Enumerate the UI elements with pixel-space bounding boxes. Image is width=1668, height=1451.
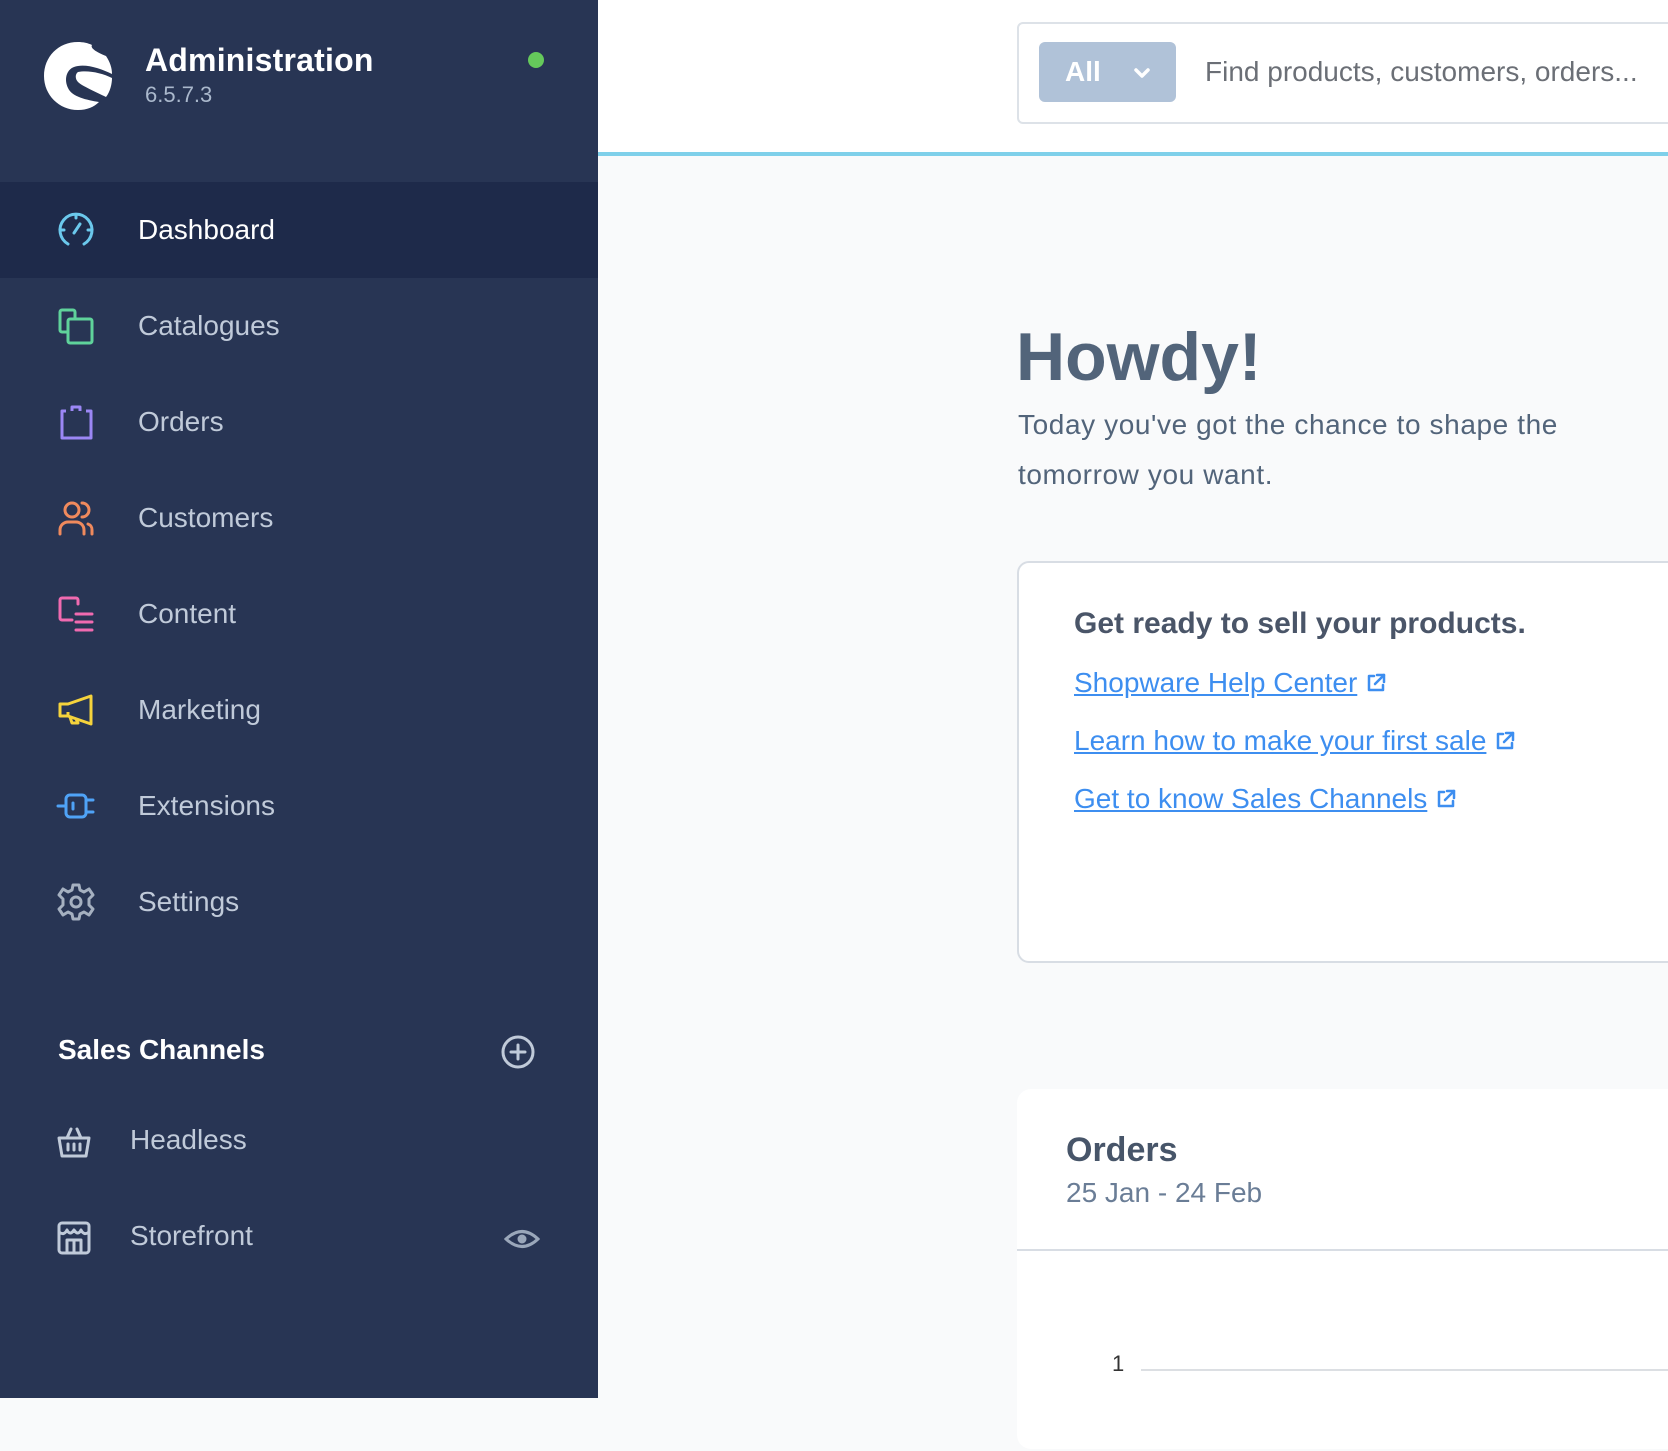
shopping-bag-icon: [56, 402, 96, 442]
orders-date-range: 25 Jan - 24 Feb: [1066, 1177, 1263, 1208]
nav-label: Content: [138, 598, 237, 629]
external-link-icon: [1497, 731, 1515, 750]
global-search: All: [1017, 22, 1668, 124]
app-version: 6.5.7.3: [145, 82, 213, 107]
link-label: Get to know Sales Channels: [1074, 783, 1428, 814]
external-link-icon: [1438, 789, 1456, 808]
nav-item-marketing[interactable]: Marketing: [0, 662, 598, 758]
add-sales-channel-icon[interactable]: [500, 1034, 536, 1070]
sales-channel-storefront[interactable]: Storefront: [0, 1198, 598, 1278]
nav-label: Extensions: [138, 790, 275, 821]
sales-channels-link[interactable]: Get to know Sales Channels: [1074, 783, 1457, 815]
nav-label: Customers: [138, 502, 274, 533]
gear-icon: [56, 882, 96, 922]
nav-label: Orders: [138, 406, 224, 437]
orders-title: Orders: [1066, 1131, 1178, 1169]
plug-icon: [56, 786, 96, 826]
sidebar: Administration 6.5.7.3 Dashboard Catalog…: [0, 0, 598, 1398]
external-link-icon: [1368, 673, 1386, 692]
megaphone-icon: [56, 690, 96, 730]
nav-item-extensions[interactable]: Extensions: [0, 758, 598, 854]
top-bar: All: [598, 0, 1668, 156]
getting-started-title: Get ready to sell your products.: [1074, 607, 1526, 640]
sales-channel-label: Headless: [130, 1124, 247, 1155]
catalogue-icon: [56, 306, 96, 346]
users-icon: [56, 498, 96, 538]
nav-item-content[interactable]: Content: [0, 566, 598, 662]
sales-channels-title: Sales Channels: [58, 1034, 265, 1065]
storefront-icon: [57, 1221, 91, 1255]
search-input[interactable]: [1205, 44, 1668, 100]
nav-label: Dashboard: [138, 214, 275, 245]
sales-channels-header: Sales Channels: [58, 1030, 538, 1074]
gauge-icon: [56, 210, 96, 250]
nav-item-orders[interactable]: Orders: [0, 374, 598, 470]
status-indicator: [528, 52, 544, 68]
app-title: Administration: [145, 42, 374, 78]
nav-item-dashboard[interactable]: Dashboard: [0, 182, 598, 278]
nav-label: Catalogues: [138, 310, 280, 341]
first-sale-link[interactable]: Learn how to make your first sale: [1074, 725, 1516, 757]
orders-card: Orders 25 Jan - 24 Feb 1: [1017, 1089, 1668, 1449]
basket-icon: [57, 1127, 91, 1158]
content-icon: [56, 594, 96, 634]
nav-item-customers[interactable]: Customers: [0, 470, 598, 566]
chart-gridline: [1141, 1369, 1668, 1371]
brand-header: Administration 6.5.7.3: [0, 0, 598, 182]
greeting-subtitle: Today you've got the chance to shape the…: [1018, 409, 1558, 490]
link-label: Learn how to make your first sale: [1074, 725, 1487, 756]
getting-started-card: Get ready to sell your products. Shopwar…: [1017, 561, 1668, 963]
greeting-title: Howdy!: [1016, 319, 1262, 395]
orders-chart: 1: [1017, 1251, 1668, 1451]
nav-item-settings[interactable]: Settings: [0, 854, 598, 950]
search-type-label: All: [1065, 56, 1101, 87]
main-nav: Dashboard Catalogues Orders Customers Co…: [0, 182, 598, 950]
nav-label: Marketing: [138, 694, 261, 725]
link-label: Shopware Help Center: [1074, 667, 1358, 698]
chevron-down-icon: [1134, 68, 1150, 78]
sales-channel-headless[interactable]: Headless: [0, 1102, 598, 1182]
shopware-logo-icon[interactable]: [42, 40, 114, 112]
nav-label: Settings: [138, 886, 240, 917]
help-center-link[interactable]: Shopware Help Center: [1074, 667, 1387, 699]
eye-icon[interactable]: [504, 1224, 540, 1254]
sales-channel-label: Storefront: [130, 1220, 253, 1251]
nav-item-catalogues[interactable]: Catalogues: [0, 278, 598, 374]
search-type-dropdown[interactable]: All: [1039, 42, 1176, 102]
y-axis-tick: 1: [1112, 1351, 1125, 1376]
